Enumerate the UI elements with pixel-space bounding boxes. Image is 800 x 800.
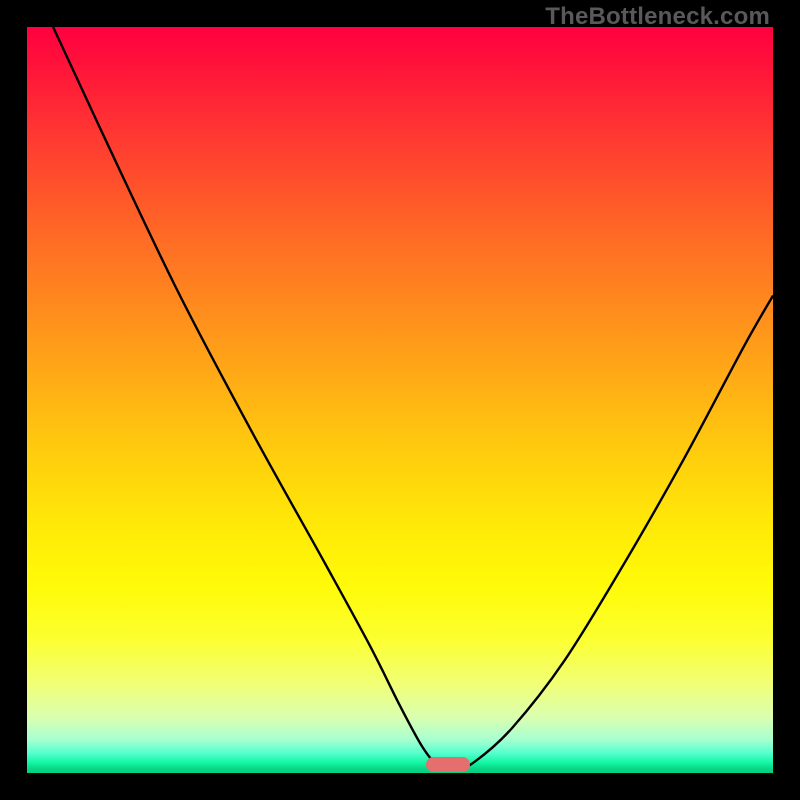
- bottleneck-curve: [27, 27, 773, 773]
- plot-area: [27, 27, 773, 773]
- optimal-point-marker: [426, 757, 470, 772]
- attribution-label: TheBottleneck.com: [545, 3, 770, 31]
- curve-path: [53, 27, 773, 769]
